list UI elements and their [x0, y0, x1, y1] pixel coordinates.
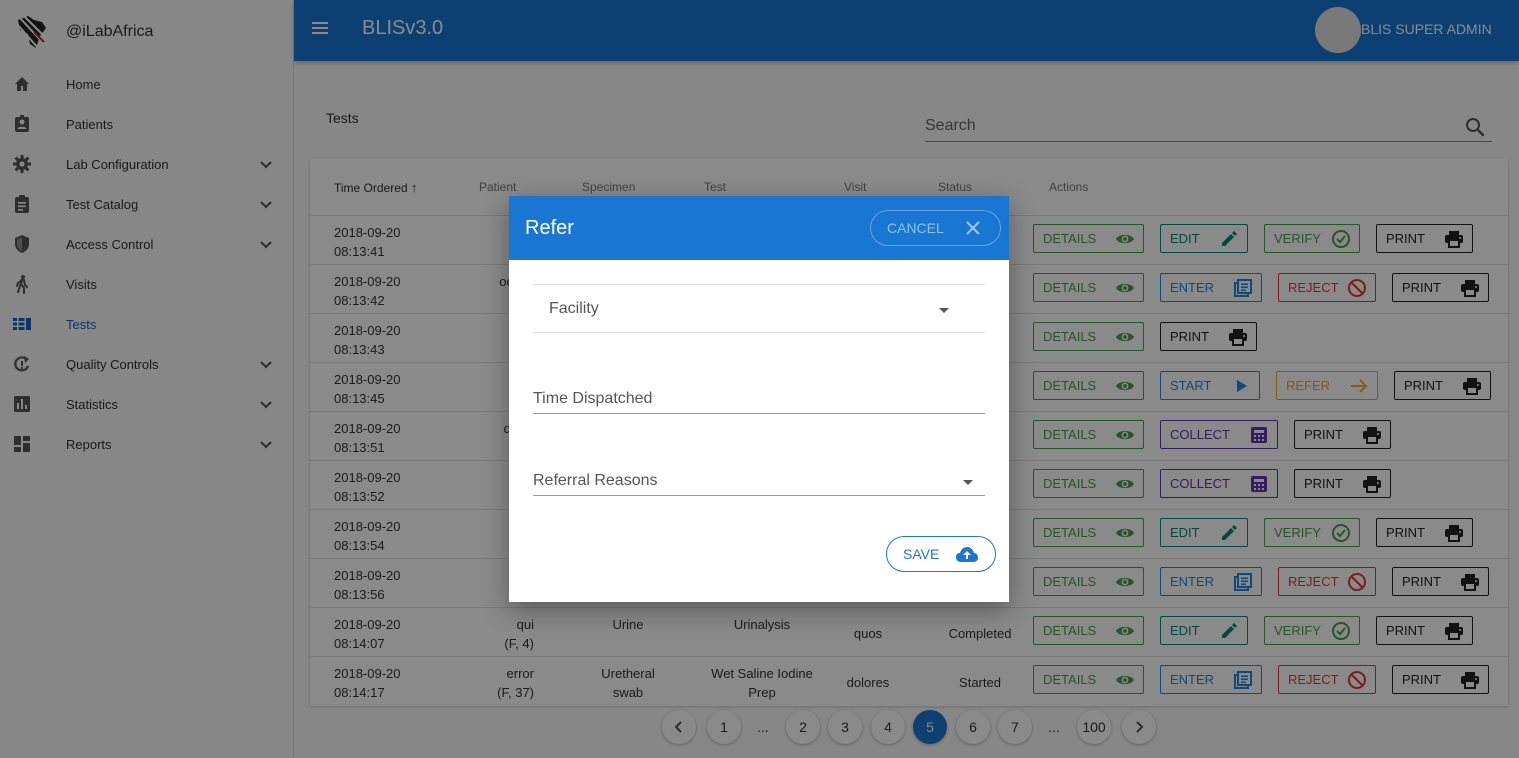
save-button[interactable]: SAVE: [886, 536, 996, 572]
close-icon: [966, 221, 980, 235]
save-button-label: SAVE: [903, 546, 940, 562]
time-dispatched-label: Time Dispatched: [533, 390, 653, 407]
dropdown-arrow-icon: [963, 480, 973, 485]
cloud-upload-icon: [956, 547, 978, 562]
dropdown-arrow-icon: [939, 308, 949, 313]
facility-label: Facility: [549, 300, 599, 317]
referral-reasons-label: Referral Reasons: [533, 472, 658, 489]
referral-reasons-select[interactable]: Referral Reasons: [533, 466, 985, 496]
cancel-button[interactable]: CANCEL: [870, 210, 1001, 246]
time-dispatched-field[interactable]: Time Dispatched: [533, 384, 985, 414]
dialog-header: Refer CANCEL: [509, 196, 1009, 260]
cancel-button-label: CANCEL: [887, 220, 944, 236]
refer-dialog: Refer CANCEL Facility Time Dispatched Re…: [509, 196, 1009, 602]
dialog-title: Refer: [525, 217, 574, 239]
facility-select[interactable]: Facility: [533, 284, 985, 333]
